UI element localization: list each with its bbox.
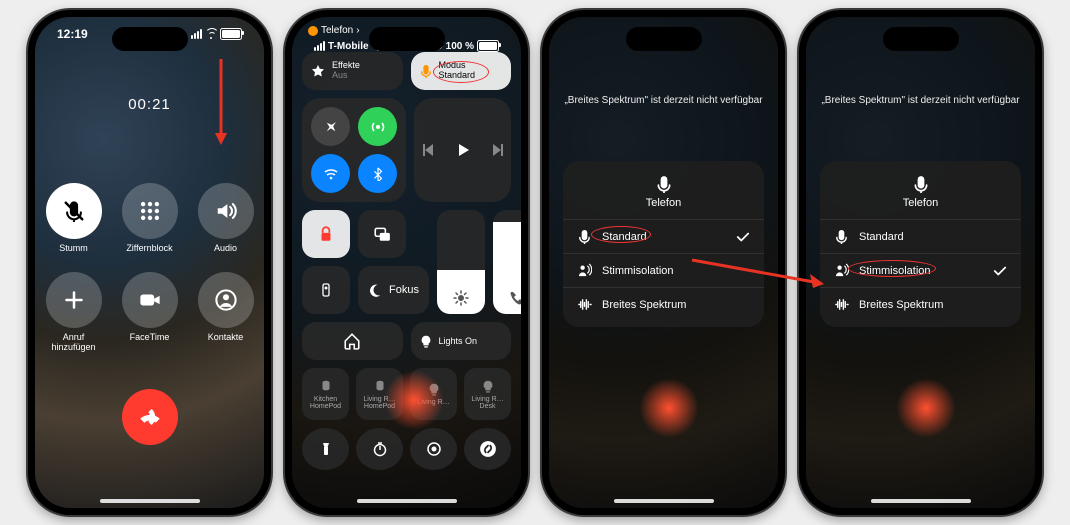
screen-record-button[interactable]	[410, 428, 457, 470]
clock: 12:19	[57, 27, 88, 41]
check-icon	[736, 230, 750, 244]
connectivity-tile[interactable]	[302, 98, 406, 202]
device-tile[interactable]: Living R… Desk	[464, 368, 511, 420]
annotation-arrow-swipe-down	[212, 57, 230, 147]
cellular-toggle[interactable]	[358, 107, 397, 146]
panel-title: Telefon	[646, 197, 681, 209]
shazam-button[interactable]	[464, 428, 511, 470]
airplane-toggle[interactable]	[311, 107, 350, 146]
contacts-button[interactable]: Kontakte	[198, 272, 254, 353]
panel-title: Telefon	[903, 197, 938, 209]
notice-text: „Breites Spektrum" ist derzeit nicht ver…	[549, 95, 778, 106]
app-icon	[308, 26, 318, 36]
flashlight-button[interactable]	[302, 428, 349, 470]
screen-mirror-tile[interactable]	[358, 210, 406, 258]
add-call-button[interactable]: Anruf hinzufügen	[46, 272, 102, 353]
wifi-icon	[205, 30, 217, 39]
phone-frame-call: 12:19 00:21 Stumm Ziffernblock Audio	[28, 10, 271, 515]
effects-tile[interactable]: EffekteAus	[302, 52, 403, 90]
mic-icon	[912, 175, 930, 193]
option-wide-spectrum[interactable]: Breites Spektrum	[820, 287, 1021, 321]
timer-button[interactable]	[356, 428, 403, 470]
wifi-toggle[interactable]	[311, 154, 350, 193]
phone-frame-mic-mode-isolation: „Breites Spektrum" ist derzeit nicht ver…	[799, 10, 1042, 515]
brightness-slider[interactable]	[437, 210, 485, 314]
device-tile[interactable]: Living R…	[410, 368, 457, 420]
mute-button[interactable]: Stumm	[46, 183, 102, 254]
rotation-lock-tile[interactable]	[302, 210, 350, 258]
audio-button[interactable]: Audio	[198, 183, 254, 254]
device-tile[interactable]: Living R… HomePod	[356, 368, 403, 420]
hangup-button[interactable]	[122, 389, 178, 445]
volume-slider[interactable]	[493, 210, 521, 314]
lights-tile[interactable]: Lights On	[411, 322, 512, 360]
option-wide-spectrum[interactable]: Breites Spektrum	[563, 287, 764, 321]
mic-mode-panel: Telefon Standard Stimmisolation Breites …	[820, 161, 1021, 327]
remote-tile[interactable]	[302, 266, 350, 314]
battery-icon	[220, 28, 242, 40]
notice-text: „Breites Spektrum" ist derzeit nicht ver…	[806, 95, 1035, 106]
facetime-button[interactable]: FaceTime	[122, 272, 178, 353]
media-tile[interactable]	[414, 98, 511, 202]
annotation-arrow-step	[688, 252, 826, 292]
focus-tile[interactable]: Fokus	[358, 266, 429, 314]
device-tile[interactable]: Kitchen HomePod	[302, 368, 349, 420]
option-standard[interactable]: Standard	[563, 219, 764, 253]
chevron-right-icon: ›	[356, 25, 359, 36]
keypad-button[interactable]: Ziffernblock	[122, 183, 178, 254]
mic-mode-panel: Telefon Standard Stimmisolation Breites …	[563, 161, 764, 327]
option-voice-isolation[interactable]: Stimmisolation	[820, 253, 1021, 287]
option-standard[interactable]: Standard	[820, 219, 1021, 253]
mic-mode-tile[interactable]: ModusStandard	[411, 52, 512, 90]
bluetooth-toggle[interactable]	[358, 154, 397, 193]
phone-frame-control-center: Telefon › T-Mobile ⏱ 100 % EffekteAus	[285, 10, 528, 515]
check-icon	[993, 264, 1007, 278]
signal-icon	[191, 29, 202, 39]
home-tile[interactable]	[302, 322, 403, 360]
mic-icon	[655, 175, 673, 193]
